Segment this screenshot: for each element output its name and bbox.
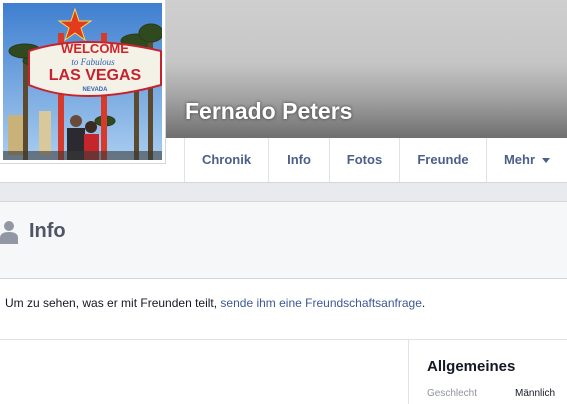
tab-mehr-label: Mehr <box>503 152 536 167</box>
notice-suffix: . <box>421 296 426 310</box>
friend-request-notice: Um zu sehen, was er mit Freunden teilt, … <box>0 279 567 340</box>
person-icon <box>0 221 18 244</box>
tab-info[interactable]: Info <box>268 138 329 182</box>
gender-value: Männlich <box>515 388 556 399</box>
notice-text: Um zu sehen, was er mit Freunden teilt, … <box>5 296 425 310</box>
tab-freunde[interactable]: Freunde <box>399 138 486 182</box>
sign-city-text: LAS VEGAS <box>49 67 142 84</box>
tab-fotos-label: Fotos <box>346 152 383 167</box>
sign-welcome-text: WELCOME <box>61 41 129 56</box>
caret-down-icon <box>542 158 551 164</box>
profile-photo-image: WELCOME to Fabulous LAS VEGAS NEVADA <box>3 3 162 160</box>
tab-info-label: Info <box>287 152 311 167</box>
tab-chronik-label: Chronik <box>201 152 252 167</box>
gender-label: Geschlecht <box>427 388 478 399</box>
send-friend-request-link[interactable]: sende ihm eine Freundschaftsanfrage <box>220 296 421 310</box>
column-divider <box>408 340 409 404</box>
sign-state-text: NEVADA <box>83 87 109 93</box>
profile-picture[interactable]: WELCOME to Fabulous LAS VEGAS NEVADA <box>0 0 166 164</box>
notice-prefix: Um zu sehen, was er mit Freunden teilt, <box>5 296 221 310</box>
profile-name[interactable]: Fernado Peters <box>185 98 352 125</box>
general-section-title: Allgemeines <box>427 358 516 375</box>
sign-fabulous-text: to Fabulous <box>71 57 115 67</box>
tab-chronik[interactable]: Chronik <box>184 138 268 182</box>
tab-freunde-label: Freunde <box>417 152 469 167</box>
info-section-header: Info <box>0 201 567 279</box>
info-title: Info <box>29 220 66 242</box>
tab-fotos[interactable]: Fotos <box>329 138 399 182</box>
tab-mehr[interactable]: Mehr <box>486 138 567 182</box>
